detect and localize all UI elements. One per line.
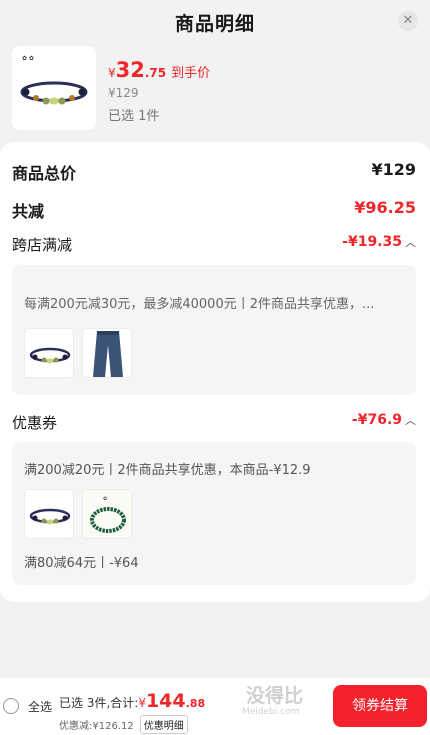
select-all-label[interactable]: 全选 [28, 698, 52, 715]
price-block: ¥32.75 到手价 ¥129 已选 1件 [108, 58, 210, 124]
bracelet-icon [29, 347, 71, 364]
coupon-label: 优惠券 [12, 414, 58, 432]
total-row: 商品总价 ¥129 [12, 160, 416, 183]
discount-line: 优惠减:¥126.12 优惠明细 [59, 715, 188, 734]
coupon-amount: -¥76.9 [351, 412, 402, 428]
bracelet-thumbnail[interactable] [24, 489, 74, 539]
price-suffix: 到手价 [171, 66, 211, 81]
jeans-thumbnail[interactable] [82, 328, 132, 378]
total-label: 商品总价 [12, 164, 77, 183]
summary-prefix: 已选 3件,合计: [59, 696, 139, 710]
cross-store-detail: 每满200元减30元，最多减40000元丨2件商品共享优惠，... [12, 265, 416, 395]
sum-decimal: .88 [185, 697, 206, 710]
reduce-label: 共减 [12, 202, 45, 221]
bracelet-icon: ✿ ✿ [12, 46, 96, 130]
select-all-radio[interactable] [3, 698, 19, 714]
cross-store-row[interactable]: 跨店满减 -¥19.35 ︿ [12, 234, 416, 256]
green-bracelet-icon: ✿ [83, 490, 131, 538]
total-value: ¥129 [371, 160, 416, 179]
coupon-line-1: 满200减20元丨2件商品共享优惠，本商品-¥12.9 [24, 463, 311, 478]
checkout-button[interactable]: 领券结算 [333, 685, 427, 727]
cross-store-value: -¥19.35 ︿ [342, 234, 416, 250]
green-bead-bracelet-thumbnail[interactable]: ✿ [82, 489, 132, 539]
price-integer: 32 [115, 58, 145, 82]
bottom-bar: 全选 已选 3件,合计:¥144.88 优惠减:¥126.12 优惠明细 没得比 … [0, 678, 430, 735]
price-decimal: .75 [144, 66, 167, 80]
discount-detail-link[interactable]: 优惠明细 [139, 715, 188, 734]
sheet-header: 商品明细 ✕ [0, 0, 430, 42]
order-summary: 已选 3件,合计:¥144.88 [59, 690, 205, 712]
bracelet-icon [29, 508, 71, 525]
cross-store-description: 每满200元减30元，最多减40000元丨2件商品共享优惠，... [24, 297, 375, 312]
final-price: ¥32.75 到手价 [108, 58, 210, 84]
coupon-value: -¥76.9 ︿ [352, 412, 416, 428]
close-button[interactable]: ✕ [398, 11, 418, 31]
cross-store-label: 跨店满减 [12, 236, 73, 254]
coupon-line-2: 满80减64元丨-¥64 [24, 556, 139, 571]
original-price: ¥129 [108, 86, 139, 100]
coupon-row[interactable]: 优惠券 -¥76.9 ︿ [12, 412, 416, 434]
page-title: 商品明细 [174, 13, 255, 35]
svg-text:✿: ✿ [103, 496, 107, 502]
svg-text:✿ ✿: ✿ ✿ [22, 55, 34, 62]
chevron-up-icon[interactable]: ︿ [405, 414, 416, 427]
sum-currency: ¥ [138, 696, 146, 710]
product-thumbnail: ✿ ✿ [12, 46, 96, 130]
jeans-icon [93, 331, 123, 377]
watermark-url: Meidebi.com [242, 707, 300, 717]
cross-store-amount: -¥19.35 [342, 234, 402, 250]
chevron-up-icon[interactable]: ︿ [405, 236, 416, 249]
bracelet-thumbnail[interactable] [24, 328, 74, 378]
selected-count: 已选 1件 [108, 109, 160, 124]
price-detail-card: 商品总价 ¥129 共减 ¥96.25 跨店满减 -¥19.35 ︿ 每满200元… [0, 142, 430, 602]
watermark-text: 没得比 [246, 685, 304, 707]
product-row: ✿ ✿ ¥32.75 到手价 ¥129 已选 1件 [12, 46, 418, 130]
coupon-detail: 满200减20元丨2件商品共享优惠，本商品-¥12.9 ✿ 满80减64元丨-¥… [12, 442, 416, 585]
sum-integer: 144 [145, 690, 186, 712]
reduce-row: 共减 ¥96.25 [12, 198, 416, 221]
reduce-value: ¥96.25 [354, 198, 416, 217]
close-icon: ✕ [402, 13, 414, 28]
price-currency: ¥ [108, 66, 116, 80]
discount-amount: 优惠减:¥126.12 [59, 721, 134, 732]
